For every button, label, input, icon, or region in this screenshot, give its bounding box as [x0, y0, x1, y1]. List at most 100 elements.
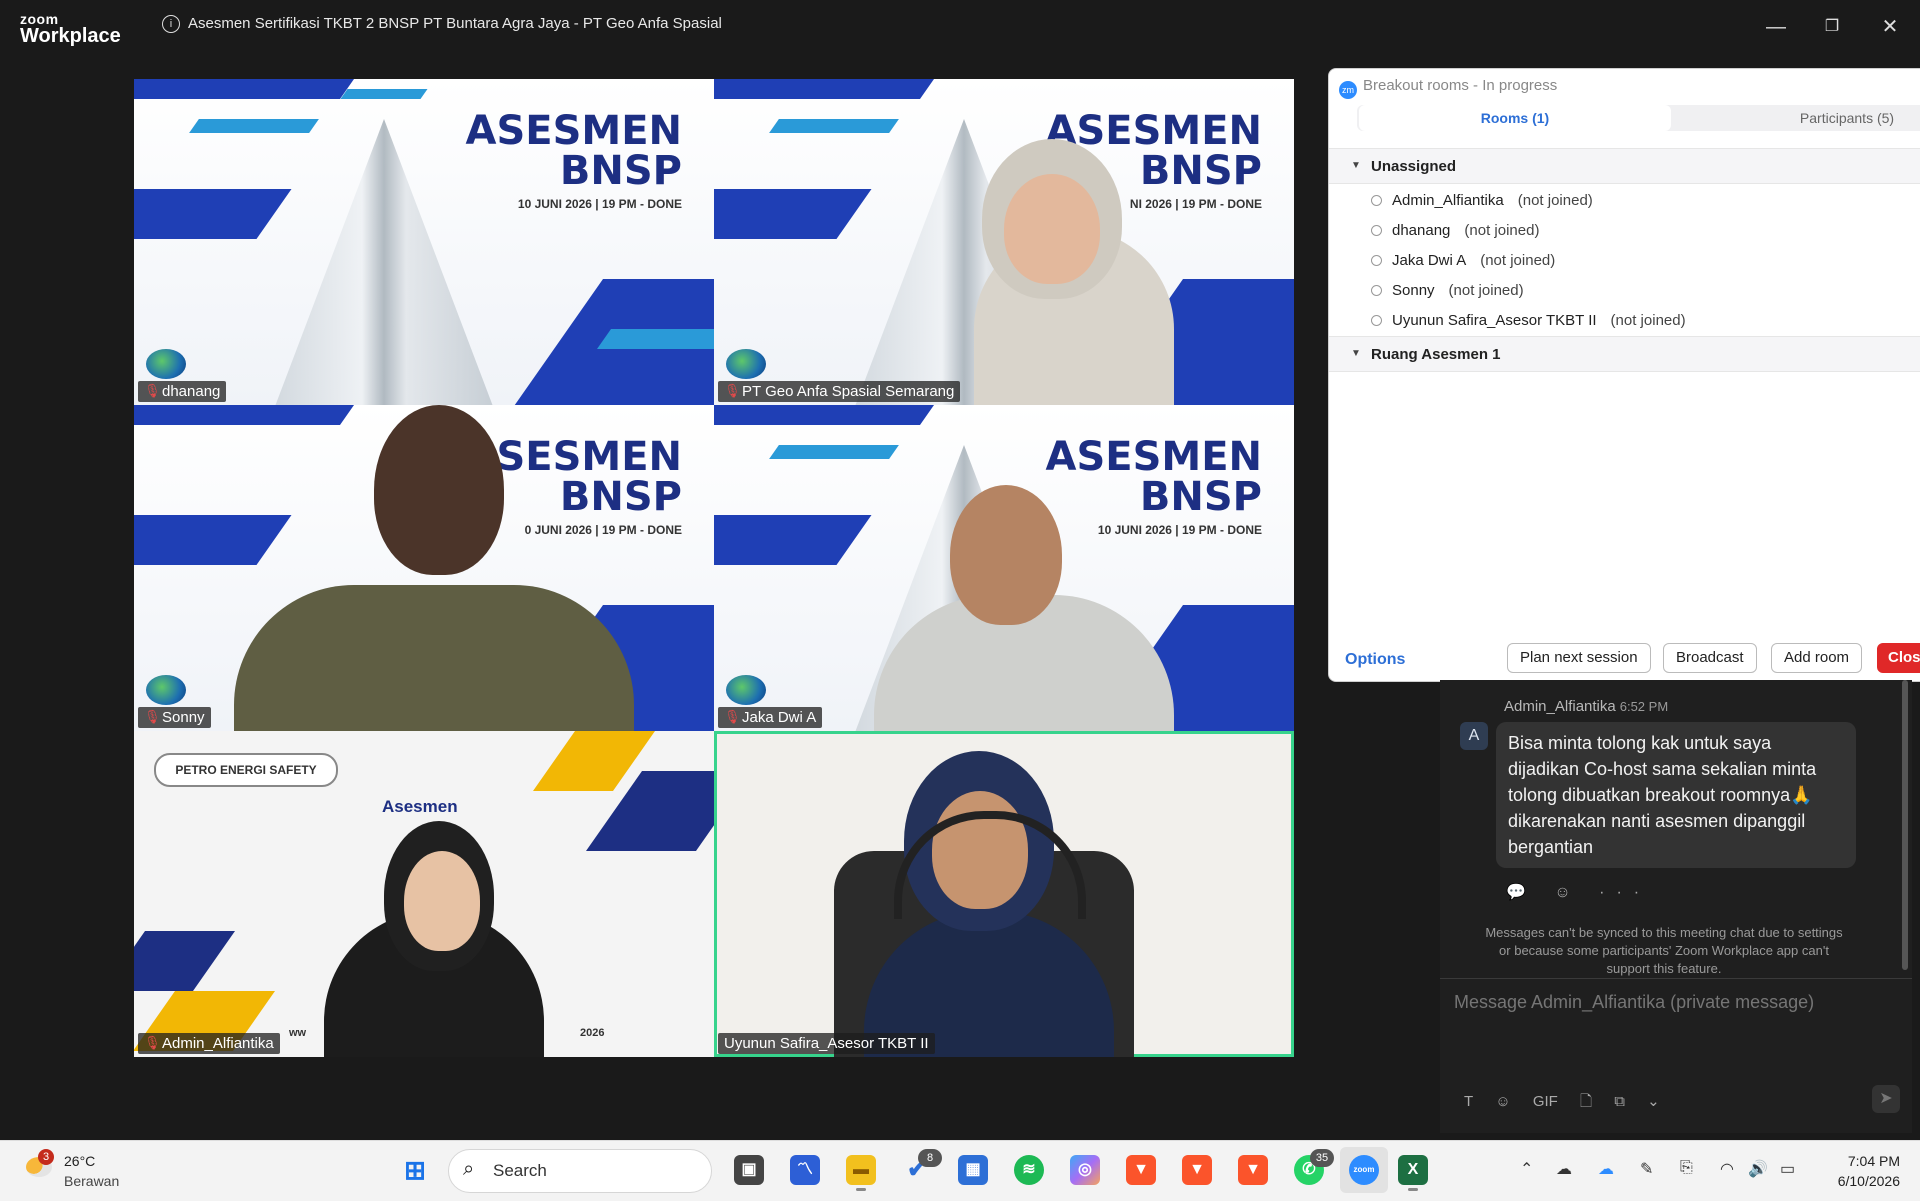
zoom-badge-icon: zm [1339, 81, 1357, 99]
message-actions[interactable]: 💬 ☺ ··· [1506, 882, 1651, 902]
participant-name-tag: 🎙 Jaka Dwi A [718, 707, 823, 728]
breakout-rooms-panel: zm Breakout rooms - In progress Rooms (1)… [1328, 68, 1920, 682]
video-tile-admin-alfiantika[interactable]: PETRO ENERGI SAFETY Asesmen ww 2026 🎙 Adm… [134, 731, 714, 1057]
section-unassigned[interactable]: ▼ Unassigned [1329, 148, 1920, 184]
weather-widget[interactable]: 3 26°C Berawan [22, 1149, 142, 1193]
taskbar-clock[interactable]: 7:04 PM 6/10/2026 [1820, 1151, 1900, 1191]
chat-scrollbar[interactable] [1902, 680, 1908, 970]
participant-row[interactable]: Jaka Dwi A (not joined) [1371, 252, 1555, 269]
brave-browser-icon[interactable]: ▼ [1182, 1155, 1212, 1185]
volume-icon[interactable]: 🔊 [1748, 1159, 1768, 1179]
gif-icon[interactable]: GIF [1533, 1093, 1558, 1110]
avatar: A [1460, 722, 1488, 750]
background-date: 10 JUNI 2026 | 19 PM - DONE [1097, 523, 1262, 537]
cloud-icon[interactable]: ☁ [1556, 1159, 1572, 1179]
video-tile-jaka-dwi-a[interactable]: ASESMEN BNSP 10 JUNI 2026 | 19 PM - DONE … [714, 405, 1294, 731]
clock-date: 6/10/2026 [1837, 1173, 1900, 1189]
file-explorer-icon[interactable]: ▬ [846, 1155, 876, 1191]
todo-icon[interactable]: ✔ 8 [902, 1149, 942, 1185]
add-room-button[interactable]: Add room [1771, 643, 1863, 673]
status-circle-icon [1371, 315, 1382, 326]
participant-name-tag: Uyunun Safira_Asesor TKBT II [718, 1033, 935, 1054]
wifi-icon[interactable]: ◠ [1720, 1159, 1734, 1179]
emoji-icon[interactable]: ☺ [1495, 1093, 1510, 1110]
person-face [404, 851, 480, 951]
mic-muted-icon: 🎙 [724, 709, 741, 724]
collapse-triangle-icon[interactable]: ▼ [1351, 160, 1361, 171]
chat-panel: Admin_Alfiantika 6:52 PM A Bisa minta tol… [1440, 680, 1912, 1133]
compose-area: T ☺ GIF 🗋 ⧉ ⌄ ➤ [1440, 978, 1912, 1133]
text-format-icon[interactable]: T [1464, 1093, 1473, 1110]
zoom-taskbar-item[interactable]: zoom [1340, 1147, 1388, 1193]
app-icon[interactable]: 〽 [790, 1155, 820, 1185]
temperature: 26°C [64, 1153, 96, 1169]
message-input[interactable] [1452, 991, 1896, 1014]
info-icon[interactable]: i [162, 15, 180, 33]
collapse-triangle-icon[interactable]: ▼ [1351, 348, 1361, 359]
participant-name-tag: 🎙 Admin_Alfiantika [138, 1033, 280, 1054]
globe-logo-icon [146, 675, 186, 705]
mic-muted-icon: 🎙 [724, 383, 741, 398]
minimize-button[interactable]: — [1756, 12, 1796, 42]
more-options-icon[interactable]: ⌄ [1647, 1093, 1660, 1110]
message-bubble: Bisa minta tolong kak untuk saya dijadik… [1496, 722, 1856, 868]
spotify-icon[interactable]: ≋ [1014, 1155, 1044, 1185]
mic-muted-icon: 🎙 [144, 383, 161, 398]
options-button[interactable]: Options [1345, 651, 1405, 669]
participant-row[interactable]: Uyunun Safira_Asesor TKBT II (not joined) [1371, 312, 1686, 329]
close-window-button[interactable]: ✕ [1870, 12, 1910, 42]
brave-browser-icon[interactable]: ▼ [1126, 1155, 1156, 1185]
video-tile-pt-geo-anfa[interactable]: ASESMEN BNSP NI 2026 | 19 PM - DONE 🎙 PT G… [714, 79, 1294, 405]
tray-expand-icon[interactable]: ⌃ [1520, 1159, 1533, 1179]
participant-row[interactable]: Admin_Alfiantika (not joined) [1371, 192, 1593, 209]
status-circle-icon [1371, 255, 1382, 266]
restore-button[interactable]: ❐ [1812, 12, 1852, 42]
participant-row[interactable]: dhanang (not joined) [1371, 222, 1539, 239]
brave-browser-icon[interactable]: ▼ [1238, 1155, 1268, 1185]
globe-logo-icon [726, 349, 766, 379]
taskbar-search[interactable]: ⌕ Search [448, 1149, 712, 1193]
participant-row[interactable]: Sonny (not joined) [1371, 282, 1524, 299]
weather-badge: 3 [38, 1149, 54, 1165]
store-icon[interactable]: ▦ [958, 1155, 988, 1185]
file-icon[interactable]: 🗋 [1580, 1093, 1592, 1110]
tab-participants[interactable]: Participants (5) [1757, 105, 1920, 131]
plan-next-session-button[interactable]: Plan next session [1507, 643, 1651, 673]
globe-logo-icon [146, 349, 186, 379]
message-sender: Admin_Alfiantika 6:52 PM [1504, 698, 1669, 715]
copilot-icon[interactable]: ◎ [1070, 1155, 1100, 1185]
battery-icon[interactable]: ▭ [1780, 1159, 1795, 1179]
petro-energi-logo: PETRO ENERGI SAFETY [154, 753, 338, 787]
search-icon: ⌕ [463, 1158, 475, 1180]
window-title: Asesmen Sertifikasi TKBT 2 BNSP PT Bunta… [188, 15, 722, 32]
section-ruang-asesmen-1[interactable]: ▼ Ruang Asesmen 1 [1329, 336, 1920, 372]
background-title: ASESMEN BNSP [465, 108, 682, 194]
send-icon[interactable]: ➤ [1872, 1085, 1900, 1113]
background-date: 10 JUNI 2026 | 19 PM - DONE [517, 197, 682, 211]
person-face [374, 405, 504, 575]
message-time: 6:52 PM [1619, 699, 1669, 714]
video-tile-uyunun-safira[interactable]: Uyunun Safira_Asesor TKBT II [714, 731, 1294, 1057]
video-tile-dhanang[interactable]: ASESMEN BNSP 10 JUNI 2026 | 19 PM - DONE … [134, 79, 714, 405]
video-tile-sonny[interactable]: SESMEN BNSP 0 JUNI 2026 | 19 PM - DONE 🎙 S… [134, 405, 714, 731]
screenshot-icon[interactable]: ⧉ [1614, 1093, 1625, 1110]
zoom-logo: zoom Workplace [20, 12, 121, 46]
excel-icon[interactable]: X [1398, 1155, 1428, 1191]
whatsapp-icon[interactable]: ✆ 35 [1294, 1149, 1334, 1185]
breakout-footer: Options Plan next session Broadcast Add … [1329, 641, 1920, 681]
windows-start-icon[interactable]: ⊞ [400, 1155, 430, 1185]
background-year: 2026 [580, 1027, 605, 1039]
background-date: NI 2026 | 19 PM - DONE [1129, 197, 1262, 211]
pen-icon[interactable]: ✎ [1640, 1159, 1653, 1179]
close-rooms-button[interactable]: Clos [1877, 643, 1920, 673]
tab-rooms[interactable]: Rooms (1) [1359, 105, 1671, 131]
person-face [950, 485, 1062, 625]
background-title: SESMEN BNSP [496, 434, 682, 520]
onedrive-icon[interactable]: ☁ [1598, 1159, 1614, 1179]
participant-name-tag: 🎙 PT Geo Anfa Spasial Semarang [718, 381, 961, 402]
clipboard-icon[interactable]: ⎘ [1680, 1159, 1693, 1177]
task-view-icon[interactable]: ▣ [734, 1155, 764, 1185]
broadcast-button[interactable]: Broadcast [1663, 643, 1757, 673]
search-label: Search [493, 1161, 547, 1180]
breakout-tabs: Rooms (1) Participants (5) [1357, 105, 1920, 131]
